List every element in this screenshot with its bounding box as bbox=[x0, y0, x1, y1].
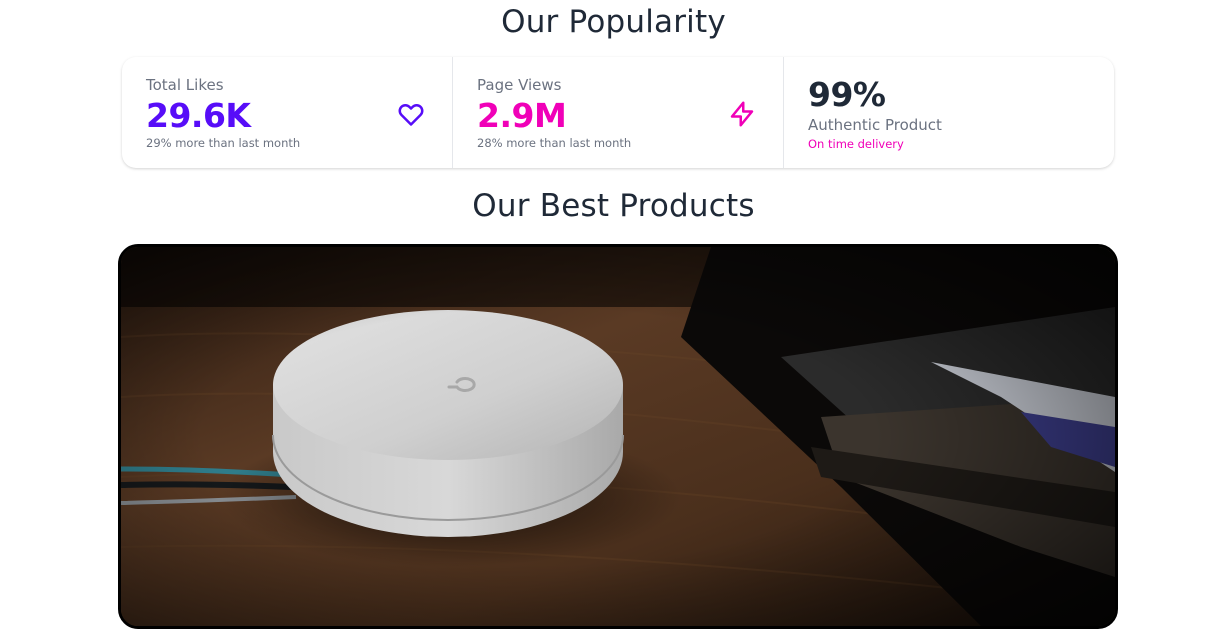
stat-value: 29.6K bbox=[146, 96, 251, 135]
stat-description: 28% more than last month bbox=[477, 136, 632, 150]
stat-page-views: Page Views 2.9M 28% more than last month bbox=[453, 57, 784, 168]
stat-description: 29% more than last month bbox=[146, 136, 301, 150]
stat-value: 99% bbox=[808, 75, 886, 114]
products-title: Our Best Products bbox=[472, 188, 755, 224]
heart-icon bbox=[398, 104, 424, 126]
lightning-bolt-icon bbox=[730, 101, 754, 127]
stat-label: Page Views bbox=[477, 76, 562, 94]
stat-label: Total Likes bbox=[146, 76, 224, 94]
popularity-title: Our Popularity bbox=[501, 4, 726, 40]
stat-total-likes: Total Likes 29.6K 29% more than last mon… bbox=[122, 57, 453, 168]
stat-label: Authentic Product bbox=[808, 116, 942, 134]
stat-value: 2.9M bbox=[477, 96, 567, 135]
stat-authentic-product: 99% Authentic Product On time delivery bbox=[784, 57, 1114, 168]
product-image bbox=[118, 244, 1118, 629]
stat-description: On time delivery bbox=[808, 137, 904, 151]
stats-panel: Total Likes 29.6K 29% more than last mon… bbox=[122, 57, 1114, 168]
